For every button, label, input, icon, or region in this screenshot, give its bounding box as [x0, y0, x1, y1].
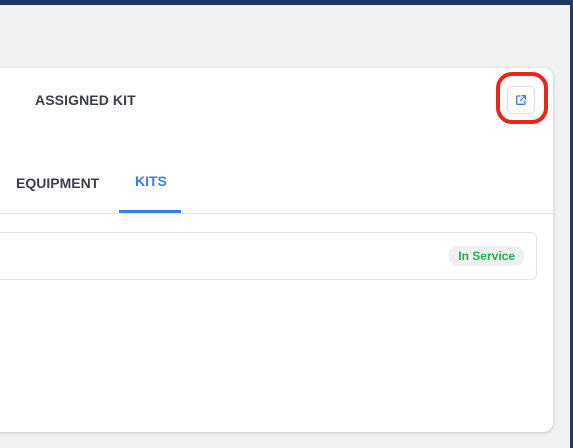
open-external-button[interactable] [507, 86, 535, 114]
top-bar [0, 0, 573, 5]
kit-list-item[interactable]: In Service [0, 232, 537, 280]
tabs-divider [0, 213, 553, 214]
tab-equipment[interactable]: EQUIPMENT [16, 175, 99, 191]
external-link-icon [516, 94, 527, 105]
tab-bar: EQUIPMENT KITS [0, 154, 553, 214]
card-title: ASSIGNED KIT [35, 92, 136, 108]
assigned-kit-card: ASSIGNED KIT EQUIPMENT KITS In Service [0, 68, 553, 432]
status-badge: In Service [449, 246, 524, 266]
tab-kits[interactable]: KITS [135, 173, 167, 189]
